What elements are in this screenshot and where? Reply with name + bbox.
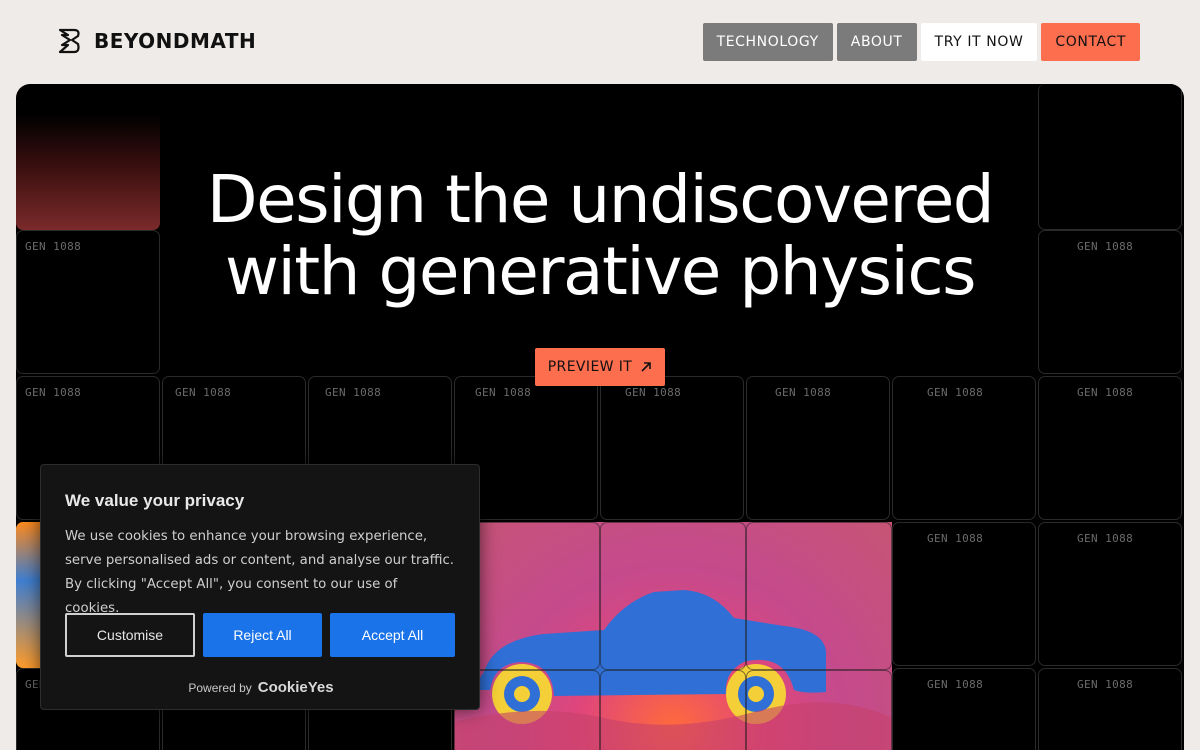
simulation-tile: GEN 1088	[892, 668, 1036, 750]
car-simulation-image	[454, 522, 892, 750]
main-nav: TECHNOLOGY ABOUT TRY IT NOW CONTACT	[702, 23, 1140, 61]
beyondmath-logo-icon	[58, 28, 80, 54]
tile-label: GEN 1088	[625, 386, 682, 399]
logo[interactable]: BEYONDMATH	[58, 28, 256, 54]
nav-technology-button[interactable]: TECHNOLOGY	[702, 23, 833, 61]
nav-try-it-now-button[interactable]: TRY IT NOW	[920, 23, 1038, 61]
tile-label: GEN 1088	[927, 386, 984, 399]
simulation-tile: GEN 1088	[1038, 522, 1182, 666]
hero-headline-line2: with generative physics	[224, 233, 977, 310]
simulation-tile: GEN 1088	[892, 522, 1036, 666]
simulation-tile: GEN 1088	[892, 376, 1036, 520]
hero-headline: Design the undiscovered with generative …	[16, 164, 1184, 308]
arrow-up-right-icon	[641, 362, 652, 372]
customise-button[interactable]: Customise	[65, 613, 195, 657]
tile-label: GEN 1088	[775, 386, 832, 399]
simulation-tile: GEN 1088	[746, 376, 890, 520]
cookie-description: We use cookies to enhance your browsing …	[65, 529, 455, 616]
accept-all-button[interactable]: Accept All	[330, 613, 455, 657]
tile-label: GEN 1088	[927, 532, 984, 545]
tile-label: GEN 1088	[475, 386, 532, 399]
simulation-tile: GEN 1088	[1038, 668, 1182, 750]
tile-label: GEN 1088	[175, 386, 232, 399]
simulation-tile: GEN 1088	[600, 376, 744, 520]
tile-label: GEN 1088	[927, 678, 984, 691]
cookieyes-logo[interactable]: CookieYes	[258, 679, 334, 696]
site-header: BEYONDMATH TECHNOLOGY ABOUT TRY IT NOW C…	[0, 0, 1200, 84]
tile-label: GEN 1088	[1077, 678, 1134, 691]
nav-about-button[interactable]: ABOUT	[836, 23, 917, 61]
logo-text: BEYONDMATH	[94, 29, 257, 53]
powered-by: Powered by CookieYes	[41, 679, 481, 696]
cookie-actions: Customise Reject All Accept All	[65, 613, 455, 657]
simulation-tile: GEN 1088	[1038, 376, 1182, 520]
preview-it-button[interactable]: PREVIEW IT	[535, 348, 665, 386]
hero-headline-line1: Design the undiscovered	[206, 161, 995, 238]
preview-it-label: PREVIEW IT	[547, 359, 633, 375]
reject-all-button[interactable]: Reject All	[203, 613, 322, 657]
cookie-title: We value your privacy	[65, 491, 245, 510]
tile-label: GEN 1088	[25, 386, 82, 399]
tile-label: GEN 1088	[325, 386, 382, 399]
cookie-consent-banner: We value your privacy We use cookies to …	[40, 464, 480, 710]
tile-label: GEN 1088	[1077, 386, 1134, 399]
tile-label: GEN 1088	[1077, 532, 1134, 545]
nav-contact-button[interactable]: CONTACT	[1041, 23, 1140, 61]
powered-by-label: Powered by	[188, 680, 252, 695]
